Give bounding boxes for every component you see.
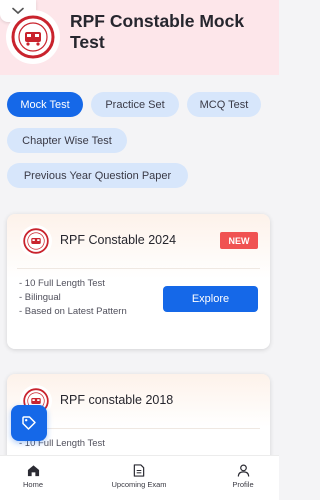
test-card[interactable]: RPF Constable 2024 NEW - 10 Full Length … [7,214,270,349]
nav-home-label: Home [22,480,43,489]
new-badge: NEW [220,232,258,249]
tab-previous-year-paper[interactable]: Previous Year Question Paper [7,163,188,188]
home-icon [27,465,39,477]
bottom-navigation: Home Upcoming Exam Profile [0,455,279,500]
railway-emblem-icon [11,15,55,59]
tab-practice-set[interactable]: Practice Set [91,92,179,117]
card-divider [17,428,260,429]
card-divider [17,268,260,269]
tag-icon [22,416,36,430]
card-logo [20,225,52,257]
nav-upcoming-exam[interactable]: Upcoming Exam [102,464,176,489]
page-header: RPF Constable Mock Test [0,0,279,75]
profile-icon [237,464,249,477]
tab-mcq-test[interactable]: MCQ Test [187,92,261,117]
card-title: RPF constable 2018 [60,393,174,407]
feature-item: - Based on Latest Pattern [19,306,127,317]
nav-profile-label: Profile [232,480,254,489]
page-title: RPF Constable Mock Test [70,11,245,52]
tab-chapter-wise-test[interactable]: Chapter Wise Test [7,128,127,153]
nav-home[interactable]: Home [14,464,52,489]
offers-fab-button[interactable] [11,405,47,441]
feature-item: - 10 Full Length Test [19,278,105,289]
document-icon [133,464,145,477]
feature-list: - 10 Full Length Test - Bilingual - Base… [19,277,127,319]
tab-mock-test[interactable]: Mock Test [7,92,83,117]
card-title: RPF Constable 2024 [60,233,177,247]
railway-emblem-logo [6,10,60,64]
railway-emblem-icon [23,228,49,254]
nav-upcoming-exam-label: Upcoming Exam [111,480,167,489]
explore-button[interactable]: Explore [163,286,258,312]
nav-profile[interactable]: Profile [222,464,264,489]
feature-item: - Bilingual [19,292,61,303]
